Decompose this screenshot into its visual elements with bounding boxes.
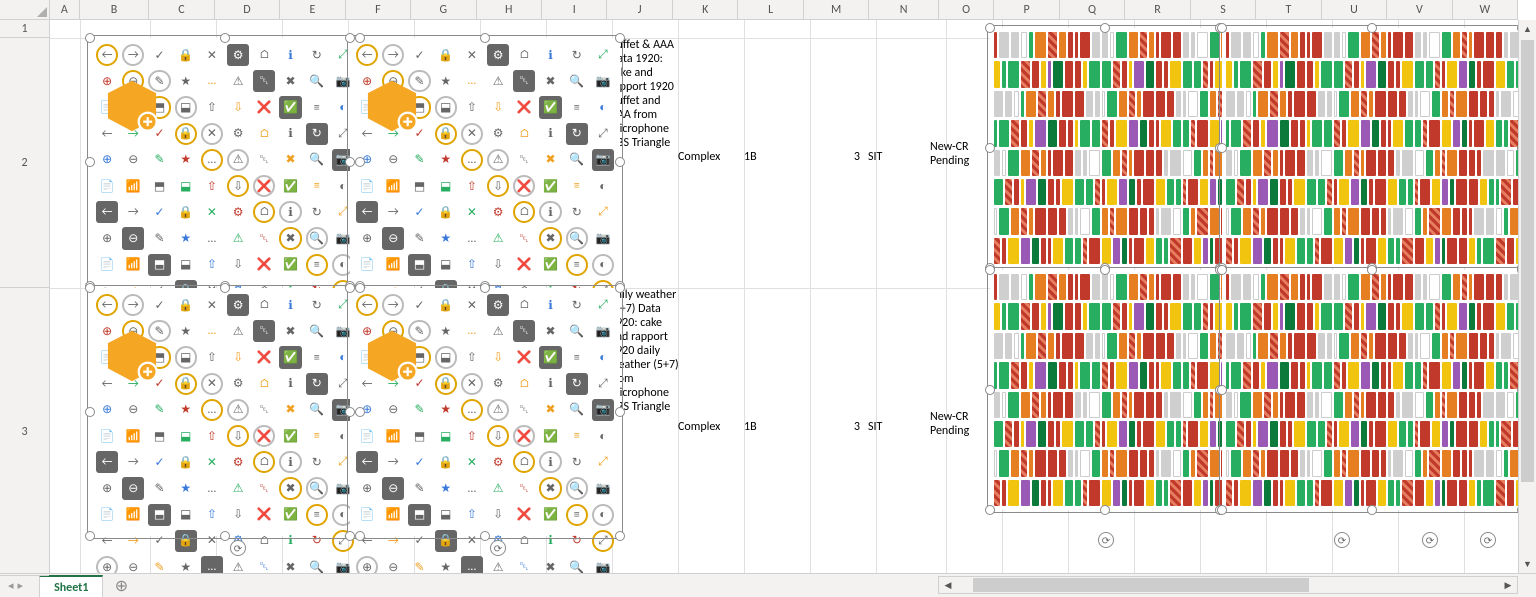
cell-O3[interactable]: New-CR Pending bbox=[930, 410, 992, 438]
sheet-tab-bar: ◂ ▸ Sheet1 ⊕ ◀ ▶ bbox=[0, 573, 1536, 597]
cell-L3[interactable]: 1B bbox=[744, 420, 804, 434]
picture-bars-row3-a[interactable] bbox=[990, 270, 1220, 510]
picture-icons-row2-a[interactable]: ←→✓🔒✕⚙⌂ℹ↻⤢⊕⊖✎★…⚠␡✖🔍📷📄📶⬒⬓⇧⇩❌✅≡◐←→✓🔒✕⚙⌂ℹ↻⤢… bbox=[90, 38, 360, 286]
column-header-K[interactable]: K bbox=[673, 0, 738, 19]
rotate-handle-icon[interactable]: ⟳ bbox=[1098, 532, 1114, 548]
cell-L2[interactable]: 1B bbox=[744, 150, 804, 164]
rotate-handle-icon[interactable]: ⟳ bbox=[1334, 532, 1350, 548]
column-header-S[interactable]: S bbox=[1191, 0, 1256, 19]
column-header-C[interactable]: C bbox=[149, 0, 214, 19]
column-header-F[interactable]: F bbox=[346, 0, 411, 19]
column-header-J[interactable]: J bbox=[607, 0, 672, 19]
column-header-I[interactable]: I bbox=[542, 0, 607, 19]
hexagon-plus-icon bbox=[364, 328, 420, 384]
cell-K3[interactable]: Complex bbox=[678, 420, 738, 434]
picture-bars-row3-b[interactable] bbox=[1222, 270, 1518, 510]
scroll-up-icon[interactable]: ▲ bbox=[1519, 20, 1536, 38]
rotate-handle-icon[interactable]: ⟳ bbox=[1422, 532, 1438, 548]
hscroll-track[interactable] bbox=[957, 577, 1499, 593]
row-headers[interactable]: 123 bbox=[0, 20, 50, 573]
hexagon-plus-icon bbox=[104, 78, 160, 134]
column-header-A[interactable]: A bbox=[50, 0, 80, 19]
worksheet-grid[interactable]: 22 MAP-ABC-006 History Contemporary Cons… bbox=[50, 20, 1518, 573]
column-header-Q[interactable]: Q bbox=[1060, 0, 1125, 19]
column-header-T[interactable]: T bbox=[1256, 0, 1321, 19]
tab-nav-first-icon[interactable]: ◂ bbox=[8, 579, 14, 592]
scroll-down-icon[interactable]: ▼ bbox=[1519, 555, 1536, 573]
column-header-H[interactable]: H bbox=[477, 0, 542, 19]
sheet-tab-sheet1[interactable]: Sheet1 bbox=[39, 575, 103, 597]
picture-bars-row2-a[interactable] bbox=[990, 28, 1220, 268]
tab-nav[interactable]: ◂ ▸ bbox=[0, 579, 31, 592]
hexagon-plus-icon bbox=[104, 328, 160, 384]
picture-icons-row2-b[interactable]: ←→✓🔒✕⚙⌂ℹ↻⤢⊕⊖✎★…⚠␡✖🔍📷📄📶⬒⬓⇧⇩❌✅≡◐←→✓🔒✕⚙⌂ℹ↻⤢… bbox=[350, 38, 620, 286]
add-sheet-icon[interactable]: ⊕ bbox=[109, 574, 133, 597]
column-header-O[interactable]: O bbox=[939, 0, 995, 19]
column-header-E[interactable]: E bbox=[280, 0, 345, 19]
column-header-P[interactable]: P bbox=[994, 0, 1059, 19]
rotate-handle-icon[interactable]: ⟳ bbox=[1480, 532, 1496, 548]
column-header-B[interactable]: B bbox=[80, 0, 149, 19]
cell-K2[interactable]: Complex bbox=[678, 150, 738, 164]
horizontal-scrollbar[interactable]: ◀ ▶ bbox=[938, 576, 1518, 594]
column-header-U[interactable]: U bbox=[1322, 0, 1387, 19]
picture-icons-row3-b[interactable]: ←→✓🔒✕⚙⌂ℹ↻⤢⊕⊖✎★…⚠␡✖🔍📷📄📶⬒⬓⇧⇩❌✅≡◐←→✓🔒✕⚙⌂ℹ↻⤢… bbox=[350, 288, 620, 536]
row-header-3[interactable]: 3 bbox=[0, 288, 49, 576]
cell-J3[interactable]: daily weather (5+7) Data 1920: cake and … bbox=[610, 288, 680, 414]
cell-M2[interactable]: 3 bbox=[810, 150, 860, 164]
column-header-L[interactable]: L bbox=[738, 0, 803, 19]
cell-N2[interactable]: SIT bbox=[868, 150, 928, 164]
scroll-right-icon[interactable]: ▶ bbox=[1499, 577, 1517, 593]
tab-nav-prev-icon[interactable]: ▸ bbox=[18, 579, 24, 592]
column-header-M[interactable]: M bbox=[804, 0, 869, 19]
cell-M3[interactable]: 3 bbox=[810, 420, 860, 434]
horizontal-scroll-thumb[interactable] bbox=[973, 578, 1309, 592]
vertical-scrollbar[interactable]: ▲ ▼ bbox=[1518, 20, 1536, 573]
column-header-W[interactable]: W bbox=[1453, 0, 1518, 19]
scroll-left-icon[interactable]: ◀ bbox=[939, 577, 957, 593]
picture-bars-row2-b[interactable] bbox=[1222, 28, 1518, 268]
column-headers[interactable]: ABCDEFGHIJKLMNOPQRSTUVW bbox=[50, 0, 1518, 20]
cell-N3[interactable]: SIT bbox=[868, 420, 928, 434]
column-header-G[interactable]: G bbox=[411, 0, 476, 19]
cell-J2[interactable]: Buffet & AAA Data 1920: cake and rapport… bbox=[610, 38, 680, 150]
select-all-corner[interactable] bbox=[0, 0, 50, 20]
column-header-R[interactable]: R bbox=[1125, 0, 1190, 19]
column-header-D[interactable]: D bbox=[215, 0, 280, 19]
vertical-scroll-thumb[interactable] bbox=[1521, 40, 1534, 482]
picture-icons-row3-a[interactable]: ←→✓🔒✕⚙⌂ℹ↻⤢⊕⊖✎★…⚠␡✖🔍📷📄📶⬒⬓⇧⇩❌✅≡◐←→✓🔒✕⚙⌂ℹ↻⤢… bbox=[90, 288, 360, 536]
row-header-2[interactable]: 2 bbox=[0, 38, 49, 288]
cell-O2[interactable]: New-CR Pending bbox=[930, 140, 992, 168]
row-header-1[interactable]: 1 bbox=[0, 20, 49, 38]
column-header-V[interactable]: V bbox=[1387, 0, 1452, 19]
excel-viewport: ABCDEFGHIJKLMNOPQRSTUVW 123 22 MAP-ABC-0… bbox=[0, 0, 1536, 597]
column-header-N[interactable]: N bbox=[869, 0, 938, 19]
hexagon-plus-icon bbox=[364, 78, 420, 134]
